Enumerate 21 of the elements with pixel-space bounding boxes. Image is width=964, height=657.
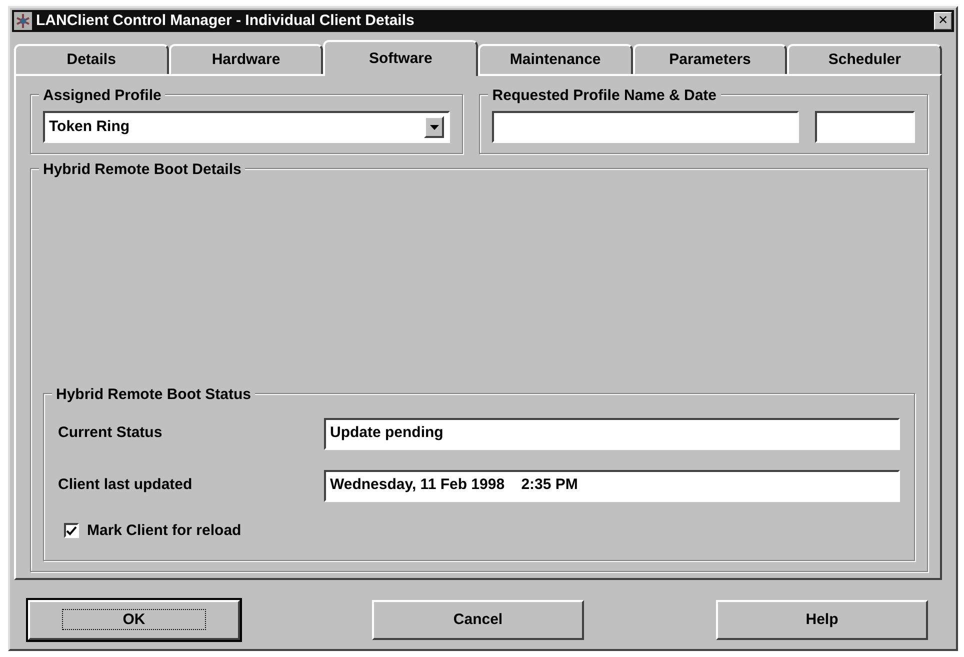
- checkbox-label: Mark Client for reload: [87, 520, 242, 540]
- cancel-button[interactable]: Cancel: [372, 600, 584, 640]
- help-button[interactable]: Help: [716, 600, 928, 640]
- ok-button[interactable]: OK: [28, 600, 240, 640]
- tab[interactable]: Details: [14, 44, 169, 74]
- close-button[interactable]: ×: [934, 12, 952, 30]
- name-field[interactable]: [492, 111, 799, 143]
- text-field[interactable]: Wednesday, 11 Feb 1998 2:35 PM: [324, 470, 900, 502]
- app-icon: [14, 12, 32, 30]
- window-title: LANClient Control Manager - Individual Client Details: [36, 10, 414, 31]
- checkbox[interactable]: [64, 523, 79, 538]
- field-label: Current Status: [58, 423, 164, 444]
- date-field[interactable]: [815, 111, 915, 143]
- profile-dropdown[interactable]: Token Ring: [43, 111, 450, 143]
- tab[interactable]: Maintenance: [478, 44, 633, 74]
- tab[interactable]: Scheduler: [787, 44, 942, 74]
- tab[interactable]: Parameters: [632, 44, 788, 74]
- field-label: Client last updated: [58, 475, 194, 496]
- tab[interactable]: Hardware: [168, 44, 324, 74]
- tab[interactable]: Software: [323, 40, 478, 76]
- text-field[interactable]: Update pending: [324, 418, 900, 450]
